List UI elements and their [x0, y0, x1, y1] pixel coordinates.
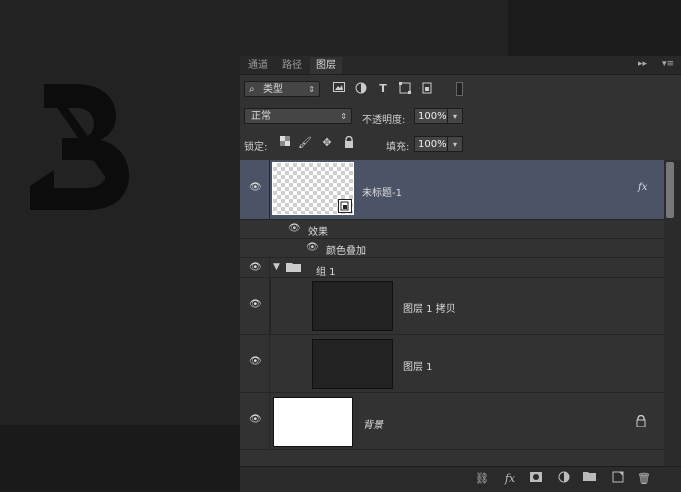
filter-toggle-switch[interactable]	[456, 82, 463, 96]
eye-icon[interactable]: 👁	[306, 242, 319, 253]
effects-visibility-spacer	[240, 220, 270, 238]
effect-item-label: 颜色叠加	[326, 246, 366, 257]
new-layer-icon[interactable]	[610, 471, 626, 487]
opacity-field[interactable]: 100%	[414, 108, 448, 124]
add-mask-icon[interactable]	[528, 471, 544, 487]
updown-icon: ⇕	[340, 112, 347, 121]
blend-mode-value: 正常	[251, 111, 271, 122]
canvas-right-area	[508, 0, 681, 56]
opacity-dropdown-button[interactable]: ▾	[447, 108, 463, 124]
visibility-toggle[interactable]: 👁	[240, 258, 270, 277]
effect-item-row[interactable]: 👁 颜色叠加	[240, 239, 664, 258]
lock-transparent-icon[interactable]	[278, 136, 292, 150]
type-layer-filter-icon[interactable]: T	[376, 82, 390, 96]
visibility-toggle[interactable]: 👁	[240, 393, 270, 449]
fill-field[interactable]: 100%	[414, 136, 448, 152]
indent-divider	[270, 278, 271, 334]
folder-icon	[286, 261, 302, 276]
eye-icon: 👁	[249, 262, 262, 273]
layer-row-layer1[interactable]: 👁 图层 1	[240, 335, 664, 393]
smart-object-badge-icon	[338, 199, 352, 213]
canvas-top-area	[240, 0, 508, 56]
layer-thumbnail	[312, 339, 393, 389]
eye-icon: 👁	[249, 414, 262, 425]
opacity-label: 不透明度:	[362, 115, 406, 126]
expand-triangle-icon[interactable]: ▼	[273, 262, 280, 272]
trash-icon[interactable]: 🗑	[636, 471, 652, 487]
shape-layer-filter-icon[interactable]	[398, 82, 412, 96]
layer-row-layer1-copy[interactable]: 👁 图层 1 拷贝	[240, 278, 664, 335]
layer-name: 背景	[363, 420, 383, 431]
layer-name: 图层 1 拷贝	[403, 304, 456, 315]
lock-all-icon[interactable]	[342, 135, 356, 150]
tab-layers[interactable]: 图层	[310, 57, 342, 74]
document-canvas[interactable]	[0, 0, 240, 425]
lock-label: 锁定:	[244, 142, 268, 153]
eye-icon[interactable]: 👁	[288, 223, 301, 234]
fill-dropdown-button[interactable]: ▾	[447, 136, 463, 152]
new-adjustment-layer-icon[interactable]	[556, 471, 572, 487]
layers-panel: 通道 路径 图层 ▸▸ ▾≡ ⌕ 类型 ⇕ T 正常 ⇕ 不透明度: 100% …	[240, 56, 681, 492]
eye-icon: 👁	[249, 182, 262, 193]
new-group-folder-icon[interactable]	[582, 471, 598, 487]
layer-row-untitled[interactable]: 👁 未标题-1 fx	[240, 160, 664, 220]
blend-mode-select[interactable]: 正常 ⇕	[244, 108, 352, 124]
layers-bottom-bar: ⛓ fx 🗑	[240, 466, 681, 492]
fill-label: 填充:	[386, 142, 410, 153]
logo-graphic	[22, 84, 129, 210]
fx-icon[interactable]: fx	[638, 182, 647, 193]
add-style-fx-icon[interactable]: fx	[502, 471, 518, 487]
layer-thumbnail	[273, 397, 353, 447]
panel-menu-icon[interactable]: ▾≡	[662, 59, 674, 69]
visibility-toggle[interactable]: 👁	[240, 278, 270, 334]
layers-scrollbar[interactable]	[664, 160, 681, 466]
lock-icon	[636, 414, 646, 430]
filter-type-label: 类型	[263, 84, 283, 95]
layer-row-background[interactable]: 👁 背景	[240, 393, 664, 450]
lock-position-move-icon[interactable]: ✥	[320, 136, 334, 150]
lock-image-brush-icon[interactable]: 🖌	[298, 136, 312, 150]
layer-thumbnail	[272, 162, 354, 215]
visibility-toggle[interactable]: 👁	[240, 335, 270, 392]
layer-name: 未标题-1	[362, 188, 402, 199]
canvas-bottom-area	[0, 425, 240, 491]
layer-name: 组 1	[316, 267, 336, 278]
smart-object-filter-icon[interactable]	[420, 82, 434, 96]
filter-type-select[interactable]: ⌕ 类型 ⇕	[244, 81, 320, 97]
eye-icon: 👁	[249, 356, 262, 367]
collapse-icon[interactable]: ▸▸	[638, 59, 647, 69]
scrollbar-thumb[interactable]	[666, 162, 674, 218]
layers-list: 👁 未标题-1 fx 👁 效果 👁 颜色叠加 👁 ▼ 组 1 👁 图层 1 拷贝…	[240, 160, 664, 466]
visibility-toggle[interactable]: 👁	[240, 160, 270, 219]
effects-label: 效果	[308, 227, 328, 238]
tab-paths[interactable]: 路径	[276, 57, 308, 74]
panel-tabbar: 通道 路径 图层 ▸▸ ▾≡	[240, 56, 681, 75]
pixel-layer-filter-icon[interactable]	[332, 82, 346, 96]
filter-row: ⌕ 类型 ⇕ T	[240, 80, 681, 100]
eye-icon: 👁	[249, 299, 262, 310]
layer-row-group[interactable]: 👁 ▼ 组 1	[240, 258, 664, 278]
updown-icon: ⇕	[308, 85, 315, 94]
lock-row: 锁定: 🖌 ✥ 填充: 100% ▾	[240, 134, 681, 154]
layer-thumbnail	[312, 281, 393, 331]
layer-name: 图层 1	[403, 362, 433, 373]
effects-row[interactable]: 👁 效果	[240, 220, 664, 239]
blend-row: 正常 ⇕ 不透明度: 100% ▾	[240, 106, 681, 126]
adjustment-layer-filter-icon[interactable]	[354, 82, 368, 96]
link-layers-icon[interactable]: ⛓	[474, 471, 490, 487]
tab-channels[interactable]: 通道	[242, 57, 274, 74]
search-icon: ⌕	[249, 84, 255, 95]
